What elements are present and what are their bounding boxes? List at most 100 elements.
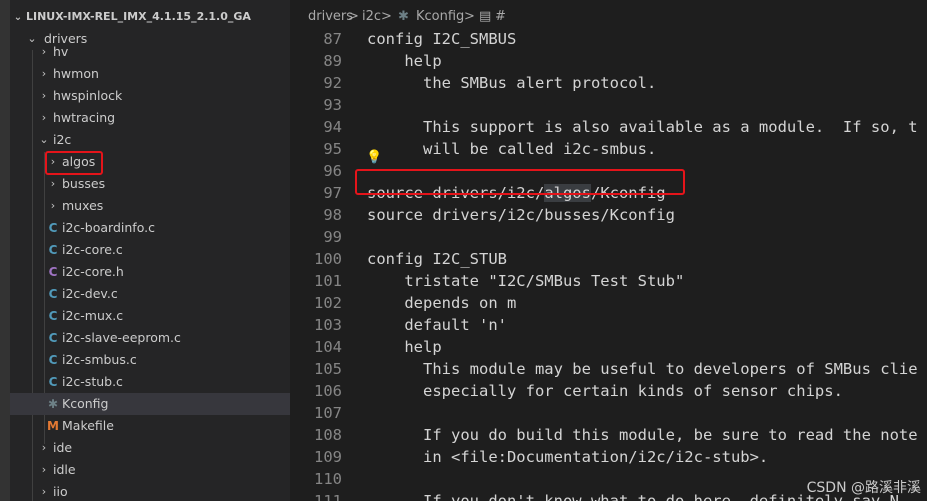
c-file-icon: C bbox=[48, 309, 58, 323]
root-folder-label: LINUX-IMX-REL_IMX_4.1.15_2.1.0_GA bbox=[26, 10, 251, 23]
tree-item-kconfig[interactable]: ✱ Kconfig bbox=[10, 393, 290, 415]
code-text: config I2C_STUB bbox=[367, 250, 507, 268]
chevron-right-icon: › bbox=[41, 463, 47, 476]
tree-item-label: i2c-boardinfo.c bbox=[62, 220, 155, 235]
highlight-box-algos bbox=[45, 151, 103, 175]
tree-item-i2c-slave-eeprom-c[interactable]: Ci2c-slave-eeprom.c bbox=[10, 327, 290, 349]
tree-item-i2c-dev-c[interactable]: Ci2c-dev.c bbox=[10, 283, 290, 305]
lightbulb-icon[interactable]: 💡 bbox=[366, 150, 382, 165]
code-text: especially for certain kinds of sensor c… bbox=[367, 382, 843, 400]
line-number: 111 bbox=[314, 492, 342, 501]
tree-item-label: i2c-mux.c bbox=[62, 308, 124, 323]
tree-item-label: ide bbox=[53, 440, 73, 455]
tree-item-label: i2c-dev.c bbox=[62, 286, 118, 301]
tree-item-i2c-mux-c[interactable]: Ci2c-mux.c bbox=[10, 305, 290, 327]
code-text: help bbox=[367, 338, 442, 356]
code-line: 105 This module may be useful to develop… bbox=[290, 358, 927, 380]
chevron-down-icon: ⌄ bbox=[39, 133, 49, 146]
code-line: 87 config I2C_SMBUS bbox=[290, 28, 927, 50]
tree-item-i2c-core-h[interactable]: Ci2c-core.h bbox=[10, 261, 290, 283]
breadcrumb-separator: > bbox=[348, 9, 359, 24]
tree-item-hwspinlock[interactable]: › hwspinlock bbox=[10, 85, 290, 107]
line-number: 89 bbox=[323, 52, 342, 70]
line-number: 101 bbox=[314, 272, 342, 290]
symbol-icon: ▤ bbox=[479, 9, 492, 24]
code-line: 93 bbox=[290, 94, 927, 116]
code-text: config I2C_SMBUS bbox=[367, 30, 517, 48]
makefile-icon: M bbox=[47, 419, 59, 433]
line-number: 108 bbox=[314, 426, 342, 444]
line-number: 96 bbox=[323, 162, 342, 180]
chevron-right-icon: › bbox=[41, 485, 47, 498]
tree-item-i2c-core-c[interactable]: Ci2c-core.c bbox=[10, 239, 290, 261]
line-number: 93 bbox=[323, 96, 342, 114]
chevron-right-icon: › bbox=[50, 177, 56, 190]
code-line: 107 bbox=[290, 402, 927, 424]
tree-item-i2c-smbus-c[interactable]: Ci2c-smbus.c bbox=[10, 349, 290, 371]
tree-item-label: i2c-core.h bbox=[62, 264, 124, 279]
explorer-root-folder[interactable]: ⌄ LINUX-IMX-REL_IMX_4.1.15_2.1.0_GA bbox=[10, 6, 251, 28]
breadcrumb-item-kconfig[interactable]: Kconfig bbox=[416, 6, 464, 28]
line-number: 100 bbox=[314, 250, 342, 268]
c-file-icon: C bbox=[48, 243, 58, 257]
chevron-right-icon: › bbox=[41, 441, 47, 454]
code-line: 106 especially for certain kinds of sens… bbox=[290, 380, 927, 402]
tree-item-i2c[interactable]: ⌄ i2c bbox=[10, 129, 290, 151]
tree-item-iio[interactable]: › iio bbox=[10, 481, 290, 501]
h-file-icon: C bbox=[48, 265, 58, 279]
code-line: 89 help bbox=[290, 50, 927, 72]
breadcrumb-item-i2c[interactable]: i2c bbox=[362, 6, 381, 28]
line-number: 103 bbox=[314, 316, 342, 334]
line-number: 110 bbox=[314, 470, 342, 488]
code-line: 108 If you do build this module, be sure… bbox=[290, 424, 927, 446]
code-line: 99 bbox=[290, 226, 927, 248]
tree-item-idle[interactable]: › idle bbox=[10, 459, 290, 481]
tree-item-hv[interactable]: › hv bbox=[10, 41, 290, 63]
tree-item-i2c-stub-c[interactable]: Ci2c-stub.c bbox=[10, 371, 290, 393]
tree-item-muxes[interactable]: › muxes bbox=[10, 195, 290, 217]
code-text: tristate "I2C/SMBus Test Stub" bbox=[367, 272, 685, 290]
line-number: 107 bbox=[314, 404, 342, 422]
tree-item-label: i2c-slave-eeprom.c bbox=[62, 330, 181, 345]
code-line: 103 default 'n' bbox=[290, 314, 927, 336]
breadcrumb-item-drivers[interactable]: drivers bbox=[308, 6, 353, 28]
code-line: 104 help bbox=[290, 336, 927, 358]
breadcrumb-item-symbol[interactable]: # bbox=[495, 6, 506, 28]
c-file-icon: C bbox=[48, 221, 58, 235]
kconfig-icon: ✱ bbox=[47, 397, 59, 411]
line-number: 106 bbox=[314, 382, 342, 400]
breadcrumb-separator: > bbox=[381, 9, 392, 24]
tree-item-label: muxes bbox=[62, 198, 104, 213]
tree-item-i2c-boardinfo-c[interactable]: Ci2c-boardinfo.c bbox=[10, 217, 290, 239]
kconfig-icon: ✱ bbox=[398, 9, 409, 24]
tree-item-label: hwspinlock bbox=[53, 88, 123, 103]
tree-item-ide[interactable]: › ide bbox=[10, 437, 290, 459]
tree-item-label: i2c-core.c bbox=[62, 242, 123, 257]
chevron-down-icon: ⌄ bbox=[13, 12, 23, 23]
c-file-icon: C bbox=[48, 331, 58, 345]
watermark: CSDN @路溪非溪 bbox=[806, 480, 921, 496]
c-file-icon: C bbox=[48, 375, 58, 389]
tree-item-hwmon[interactable]: › hwmon bbox=[10, 63, 290, 85]
explorer-panel: ⌄ LINUX-IMX-REL_IMX_4.1.15_2.1.0_GA ⌄ dri… bbox=[0, 0, 290, 501]
line-number: 105 bbox=[314, 360, 342, 378]
tree-item-makefile[interactable]: M Makefile bbox=[10, 415, 290, 437]
highlight-box-source-line bbox=[355, 169, 685, 195]
line-number: 99 bbox=[323, 228, 342, 246]
line-number: 109 bbox=[314, 448, 342, 466]
tree-item-label: busses bbox=[62, 176, 106, 191]
code-line: 102 depends on m bbox=[290, 292, 927, 314]
tree-item-label: hv bbox=[53, 44, 69, 59]
tree-item-label: hwmon bbox=[53, 66, 99, 81]
tree-item-hwtracing[interactable]: › hwtracing bbox=[10, 107, 290, 129]
code-line: 109 in <file:Documentation/i2c/i2c-stub>… bbox=[290, 446, 927, 468]
tree-item-busses[interactable]: › busses bbox=[10, 173, 290, 195]
code-text: in <file:Documentation/i2c/i2c-stub>. bbox=[367, 448, 769, 466]
tree-item-label: Makefile bbox=[62, 418, 114, 433]
code-text: This module may be useful to developers … bbox=[367, 360, 918, 378]
code-line: 98 source drivers/i2c/busses/Kconfig bbox=[290, 204, 927, 226]
tree-item-label: i2c bbox=[53, 132, 72, 147]
chevron-right-icon: › bbox=[41, 89, 47, 102]
code-text: source drivers/i2c/busses/Kconfig bbox=[367, 206, 675, 224]
editor-panel: drivers > i2c > ✱ Kconfig > ▤ # 87 config… bbox=[290, 0, 927, 501]
